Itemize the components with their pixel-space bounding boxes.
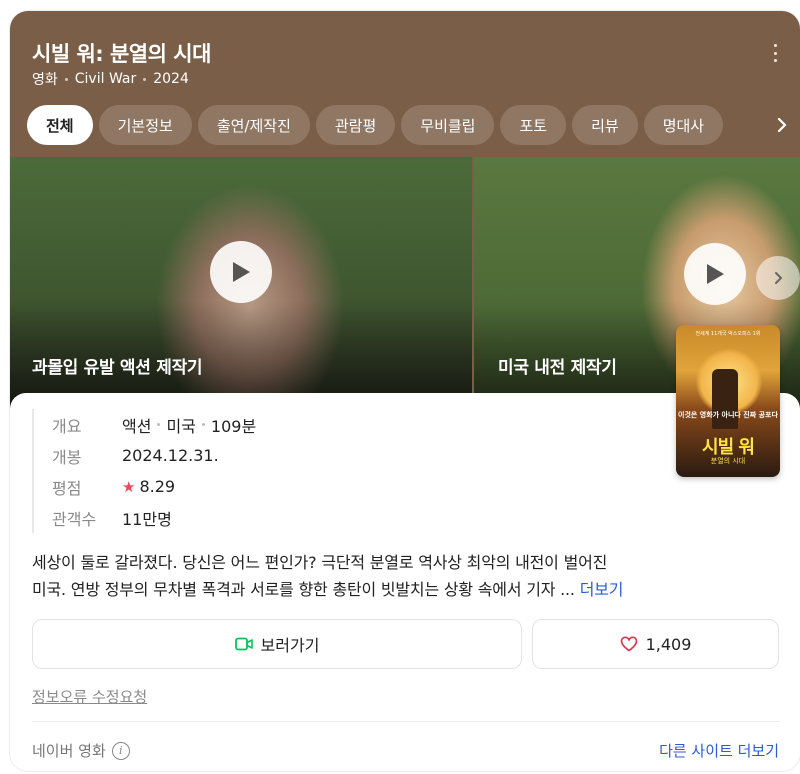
watch-label: 보러가기 [260,636,320,655]
meta-separator [64,77,68,81]
more-options-icon[interactable] [774,44,778,62]
tab-basic-info[interactable]: 기본정보 [98,105,192,145]
genre[interactable]: 액션 [122,413,151,437]
star-icon: ★ [122,477,136,496]
video-caption: 과몰입 유발 액션 제작기 [32,358,203,378]
runtime: 109분 [210,416,257,436]
tab-bar: 전체 기본정보 출연/제작진 관람평 무비클립 포토 리뷰 명대사 [27,105,767,145]
synopsis-line: 미국. 연방 정부의 무차별 폭격과 서로를 향한 총탄이 빗발치는 상황 속에… [32,580,575,599]
heart-icon [620,636,637,652]
chevron-right-icon [775,272,783,284]
rating-value: 8.29 [139,477,176,496]
tab-reviews-ratings[interactable]: 관람평 [315,105,396,145]
fact-rating: 평점 ★ 8.29 [52,477,176,498]
other-sites-link[interactable]: 다른 사이트 더보기 [659,740,779,761]
fact-list: 개요 액션 미국 109분 개봉 2024.12.31. 평점 ★ 8.29 관… [32,409,256,533]
meta-year: 2024 [153,71,189,87]
video-thumbnail[interactable]: 과몰입 유발 액션 제작기 [10,157,472,411]
fact-overview: 개요 액션 미국 109분 [52,409,256,440]
report-error-link[interactable]: 정보오류 수정요청 [32,686,147,707]
video-caption: 미국 내전 제작기 [498,358,617,378]
like-count: 1,409 [645,634,692,654]
tab-movie-clips[interactable]: 무비클립 [401,105,495,145]
watch-button[interactable]: 보러가기 [32,619,522,669]
tab-all[interactable]: 전체 [27,105,93,145]
movie-poster[interactable]: 전세계 11개국 박스오피스 1위 이것은 영화가 아니다 진짜 공포다 시빌 … [676,325,780,477]
fact-release: 개봉 2024.12.31. [52,446,219,467]
movie-card: 시빌 워: 분열의 시대 영화 Civil War 2024 전체 기본정보 출… [10,11,800,771]
movie-meta: 영화 Civil War 2024 [32,69,189,89]
fact-audience: 관객수 11만명 [52,502,256,533]
meta-separator [143,77,147,81]
tab-reviews[interactable]: 리뷰 [572,105,638,145]
play-icon[interactable] [684,243,746,305]
synopsis: 세상이 둘로 갈라졌다. 당신은 어느 편인가? 극단적 분열로 역사상 최악의… [32,549,782,603]
divider [32,721,780,722]
movie-title[interactable]: 시빌 워: 분열의 시대 [32,38,211,68]
video-camera-icon [234,637,253,651]
meta-original-title: Civil War [74,71,137,87]
info-panel: 개요 액션 미국 109분 개봉 2024.12.31. 평점 ★ 8.29 관… [10,325,800,771]
meta-type: 영화 [32,72,58,88]
tab-cast-crew[interactable]: 출연/제작진 [197,105,310,145]
release-date: 2024.12.31. [122,446,219,465]
chevron-right-icon[interactable] [772,115,792,135]
tab-photos[interactable]: 포토 [500,105,567,145]
like-button[interactable]: 1,409 [532,619,779,669]
read-more-link[interactable]: 더보기 [580,580,624,599]
country[interactable]: 미국 [166,413,195,437]
tab-quotes[interactable]: 명대사 [643,105,724,145]
info-icon[interactable]: i [111,741,130,760]
carousel-next-button[interactable] [756,256,800,300]
play-icon[interactable] [210,241,272,303]
source-label: 네이버 영화 i [32,740,130,761]
synopsis-line: 세상이 둘로 갈라졌다. 당신은 어느 편인가? 극단적 분열로 역사상 최악의… [32,553,608,572]
audience-count: 11만명 [122,509,172,529]
